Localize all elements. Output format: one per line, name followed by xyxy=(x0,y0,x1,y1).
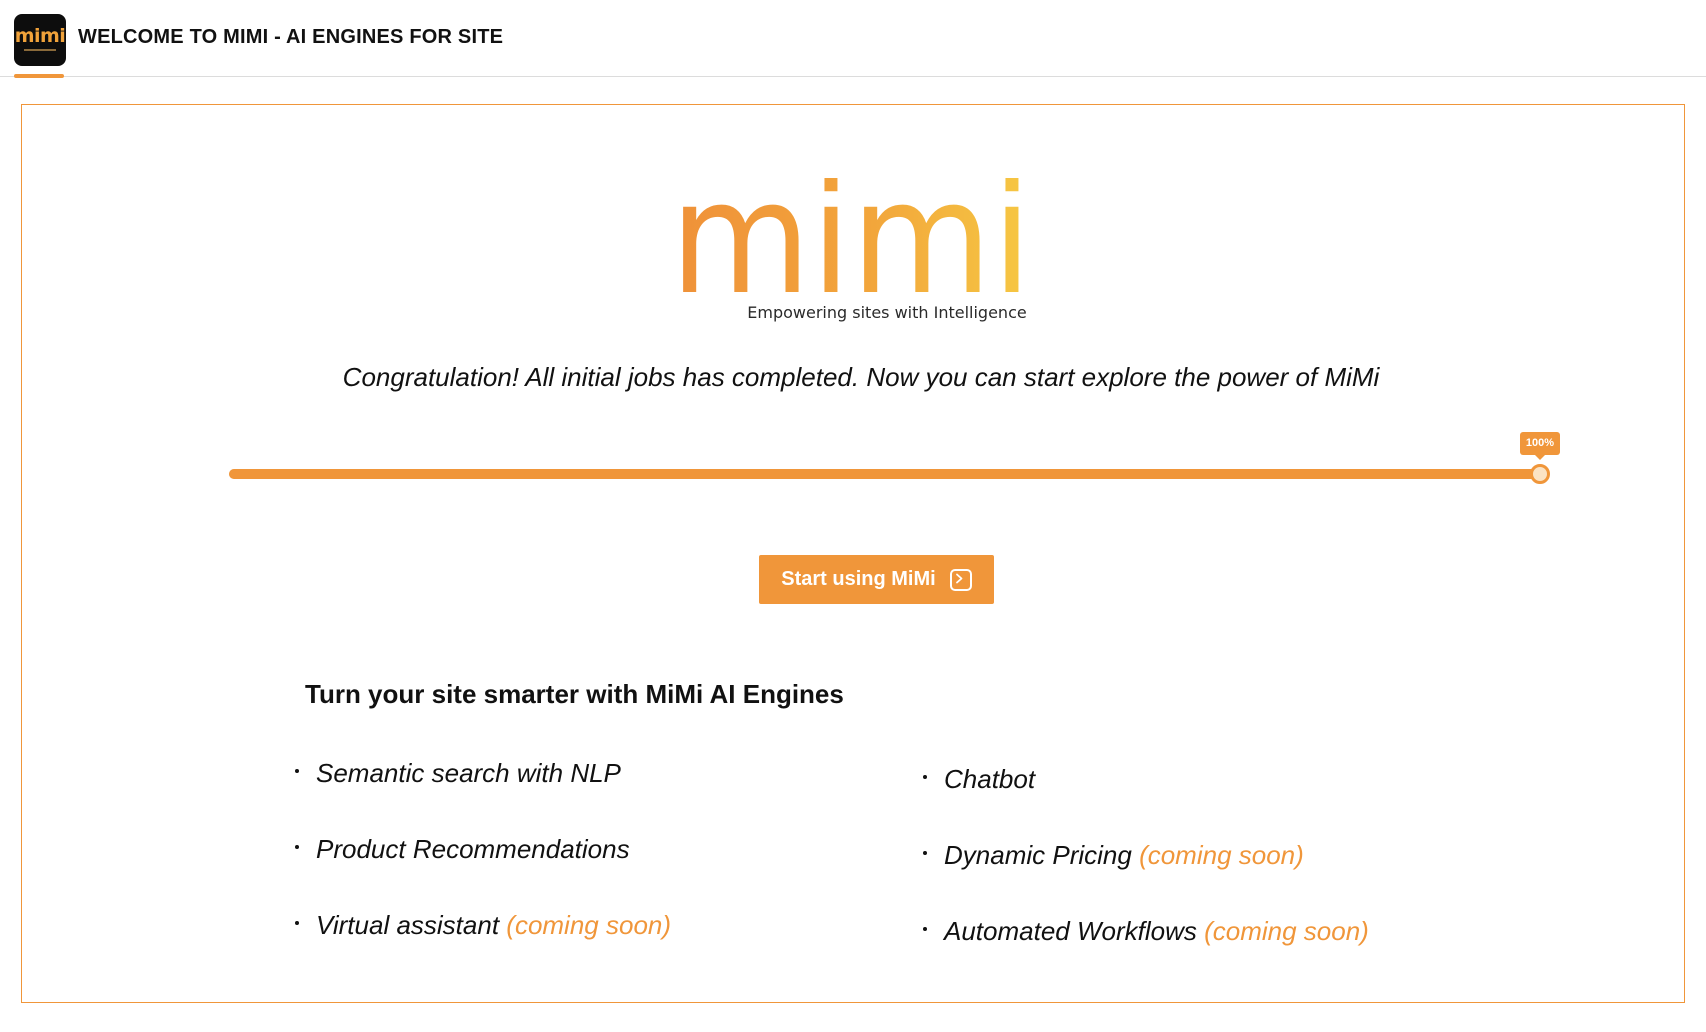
feature-item-chatbot: Chatbot xyxy=(923,764,1036,795)
progress-fill xyxy=(229,469,1541,479)
app-logo-underline xyxy=(24,49,56,51)
app-logo-text: mimi xyxy=(14,25,66,47)
feature-item-semantic-search: Semantic search with NLP xyxy=(295,758,621,789)
feature-note: (coming soon) xyxy=(506,910,672,940)
feature-name: Dynamic Pricing xyxy=(944,840,1140,870)
svg-text:mimi: mimi xyxy=(676,178,1032,292)
feature-name: Chatbot xyxy=(944,764,1036,794)
top-bar: mimi WELCOME TO MIMI - AI ENGINES FOR SI… xyxy=(0,0,1706,78)
app-logo: mimi xyxy=(14,14,66,66)
progress-handle xyxy=(1530,464,1550,484)
feature-name: Product Recommendations xyxy=(316,834,630,864)
bullet xyxy=(923,775,927,779)
feature-name: Virtual assistant xyxy=(316,910,507,940)
active-tab-indicator xyxy=(14,74,64,78)
feature-item-virtual-assistant: Virtual assistant (coming soon) xyxy=(295,910,672,941)
feature-note: (coming soon) xyxy=(1139,840,1304,870)
brand-tagline: Empowering sites with Intelligence xyxy=(747,303,1027,322)
completion-message: Congratulation! All initial jobs has com… xyxy=(342,362,1380,392)
feature-name: Semantic search with NLP xyxy=(316,758,621,788)
mimi-wordmark-logo: mimi xyxy=(676,178,1032,292)
progress-tooltip: 100% xyxy=(1520,432,1560,460)
progress-track xyxy=(229,469,1541,479)
bullet xyxy=(923,851,927,855)
bullet xyxy=(295,845,299,849)
features-heading: Turn your site smarter with MiMi AI Engi… xyxy=(305,679,844,709)
arrow-right-square-icon xyxy=(949,568,972,591)
feature-item-dynamic-pricing: Dynamic Pricing (coming soon) xyxy=(923,840,1304,871)
bullet xyxy=(295,921,299,925)
bullet xyxy=(295,769,299,773)
feature-note: (coming soon) xyxy=(1204,916,1369,946)
start-button-label: Start using MiMi xyxy=(781,568,936,590)
feature-name: Automated Workflows xyxy=(944,916,1205,946)
feature-item-product-recommendations: Product Recommendations xyxy=(295,834,630,865)
bullet xyxy=(923,927,927,931)
feature-item-automated-workflows: Automated Workflows (coming soon) xyxy=(923,916,1369,947)
start-using-mimi-button[interactable]: Start using MiMi xyxy=(759,555,994,604)
page-title: WELCOME TO MIMI - AI ENGINES FOR SITE xyxy=(78,26,504,48)
